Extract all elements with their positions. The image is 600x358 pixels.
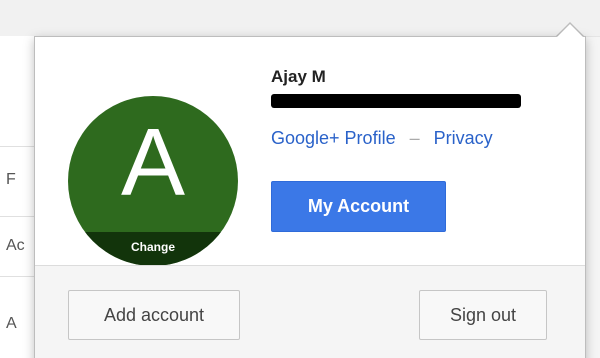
user-email-redacted [271, 94, 521, 108]
background-row: Ac [0, 216, 34, 277]
screen: F Ac A A Change Ajay M Google+ Profile – P… [0, 0, 600, 358]
account-links: Google+ Profile – Privacy [271, 128, 493, 149]
popup-footer: Add account Sign out [35, 265, 585, 358]
background-list: F Ac A [0, 36, 34, 358]
background-row-text: F [6, 171, 16, 188]
background-row: A [0, 276, 34, 358]
change-photo-button[interactable]: Change [68, 232, 238, 266]
background-topbar [0, 0, 600, 37]
sign-out-button[interactable]: Sign out [419, 290, 547, 340]
account-popup: A Change Ajay M Google+ Profile – Privacy … [34, 36, 586, 358]
my-account-button[interactable]: My Account [271, 181, 446, 232]
user-name: Ajay M [271, 67, 326, 86]
privacy-link[interactable]: Privacy [434, 128, 493, 148]
background-row-text: Ac [6, 237, 25, 254]
google-plus-profile-link[interactable]: Google+ Profile [271, 128, 396, 148]
add-account-button[interactable]: Add account [68, 290, 240, 340]
link-separator: – [409, 128, 420, 148]
popup-arrow-inner [557, 24, 583, 37]
background-row: F [0, 146, 34, 217]
avatar-letter: A [120, 109, 186, 216]
avatar[interactable]: A Change [68, 96, 238, 266]
background-row-text: A [6, 315, 17, 332]
